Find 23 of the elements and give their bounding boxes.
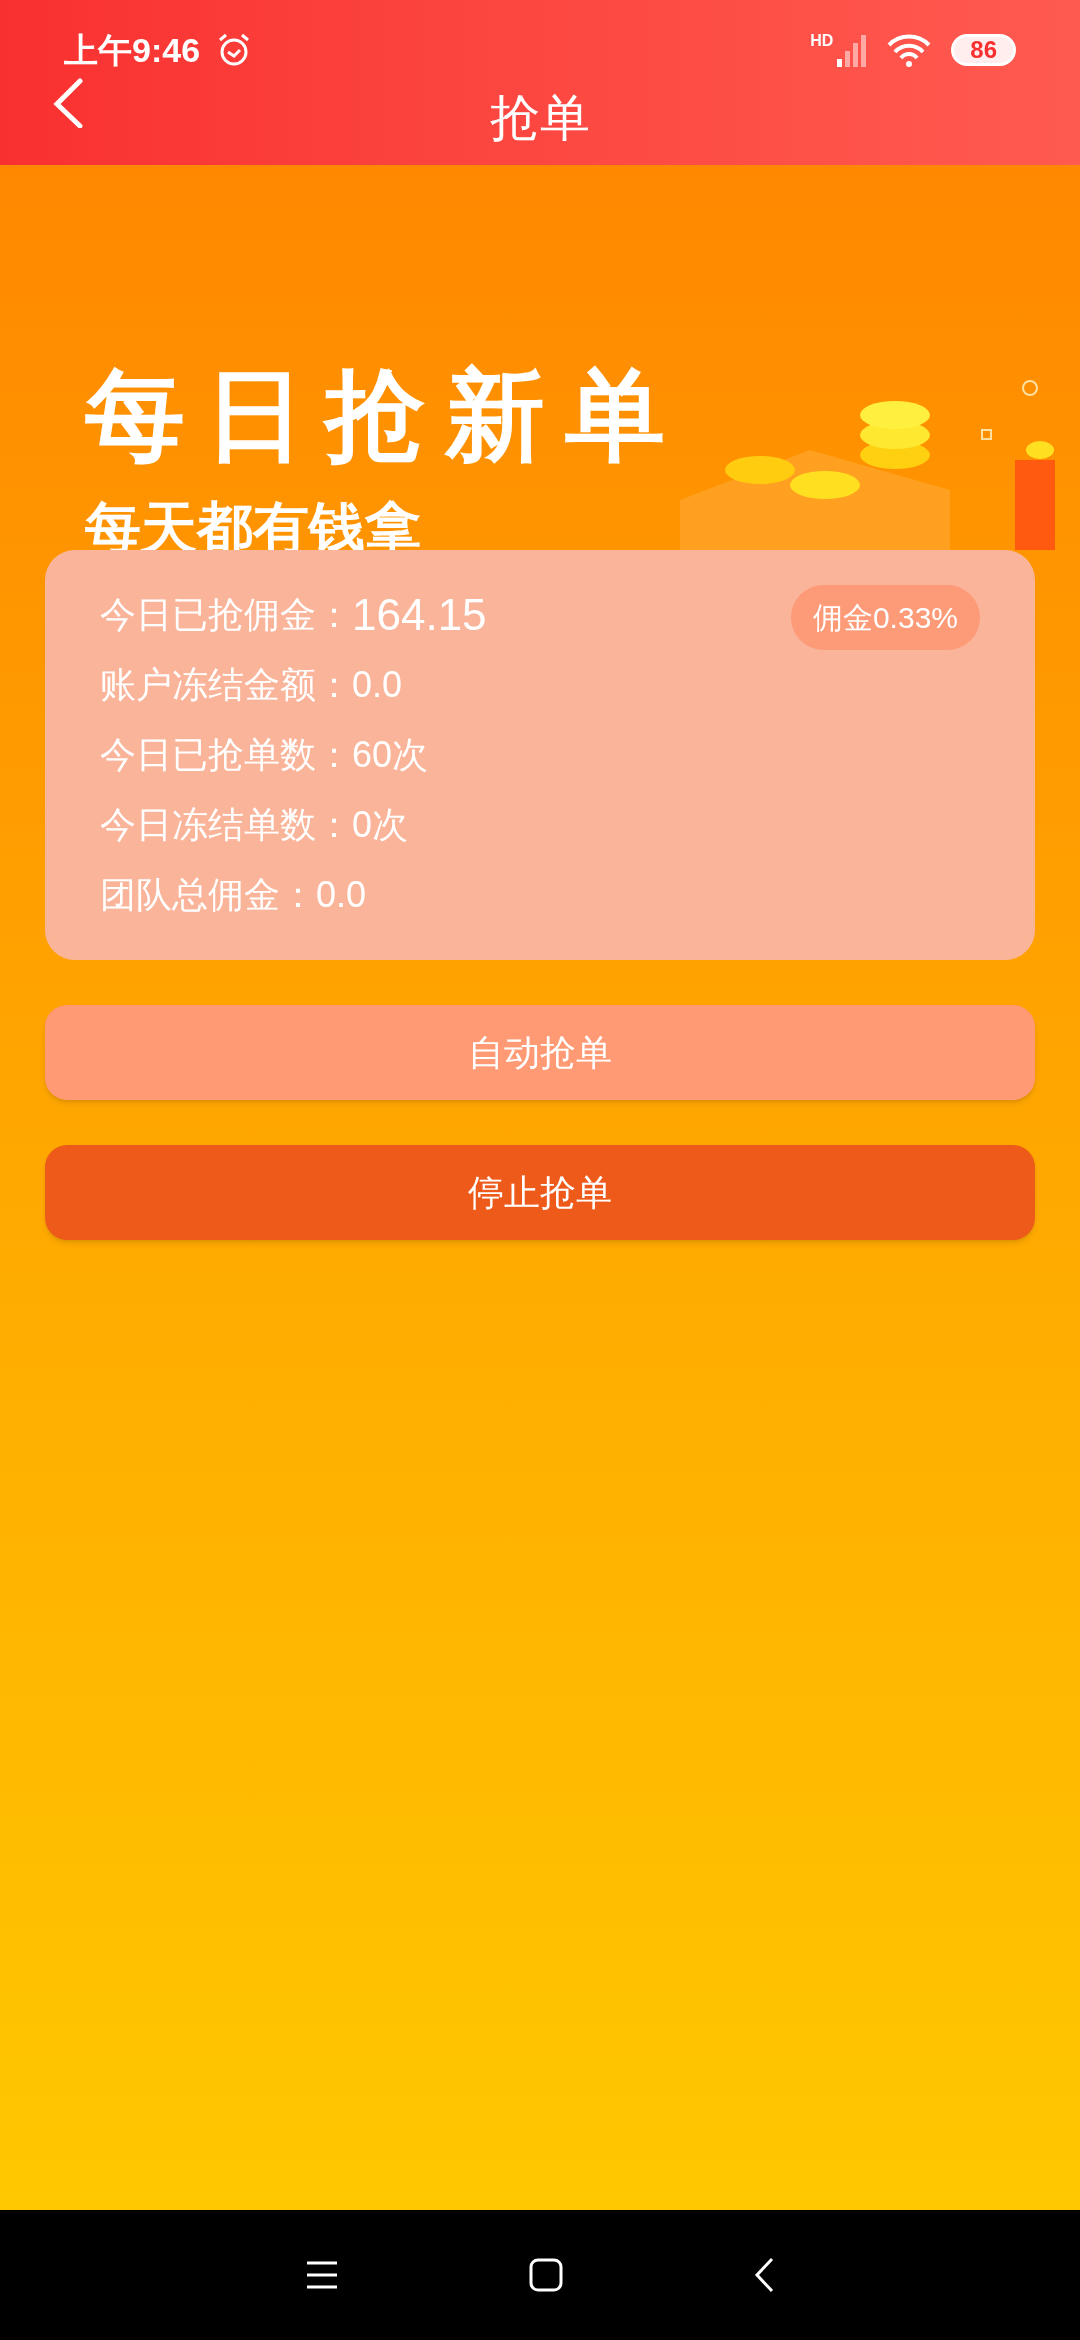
wifi-icon (887, 33, 932, 67)
stat-value: 0.0 (316, 873, 367, 917)
stat-label: 今日已抢佣金： (100, 593, 352, 637)
status-time: 上午9:46 (64, 29, 201, 71)
start-button[interactable]: 自动抢单 (45, 1005, 1035, 1100)
signal-icon (837, 33, 868, 67)
stop-button[interactable]: 停止抢单 (45, 1145, 1035, 1240)
stat-label: 今日冻结单数： (100, 803, 352, 847)
stat-value: 164.15 (352, 589, 487, 641)
stat-value: 0.0 (352, 663, 403, 707)
battery-icon: 86 (951, 34, 1016, 66)
stat-label: 今日已抢单数： (100, 733, 352, 777)
network-label: HD (810, 33, 834, 49)
home-icon[interactable] (529, 2258, 563, 2292)
stat-value: 0次 (352, 803, 409, 847)
stat-label: 团队总佣金： (100, 873, 316, 917)
back-icon[interactable] (753, 2257, 775, 2293)
banner-title: 每日抢新单 (85, 365, 685, 465)
page-title: 抢单 (490, 89, 590, 148)
commission-badge: 佣金0.33% (790, 585, 980, 650)
menu-icon[interactable] (305, 2260, 339, 2290)
stat-label: 账户冻结金额： (100, 663, 352, 707)
stat-value: 60次 (352, 733, 429, 777)
